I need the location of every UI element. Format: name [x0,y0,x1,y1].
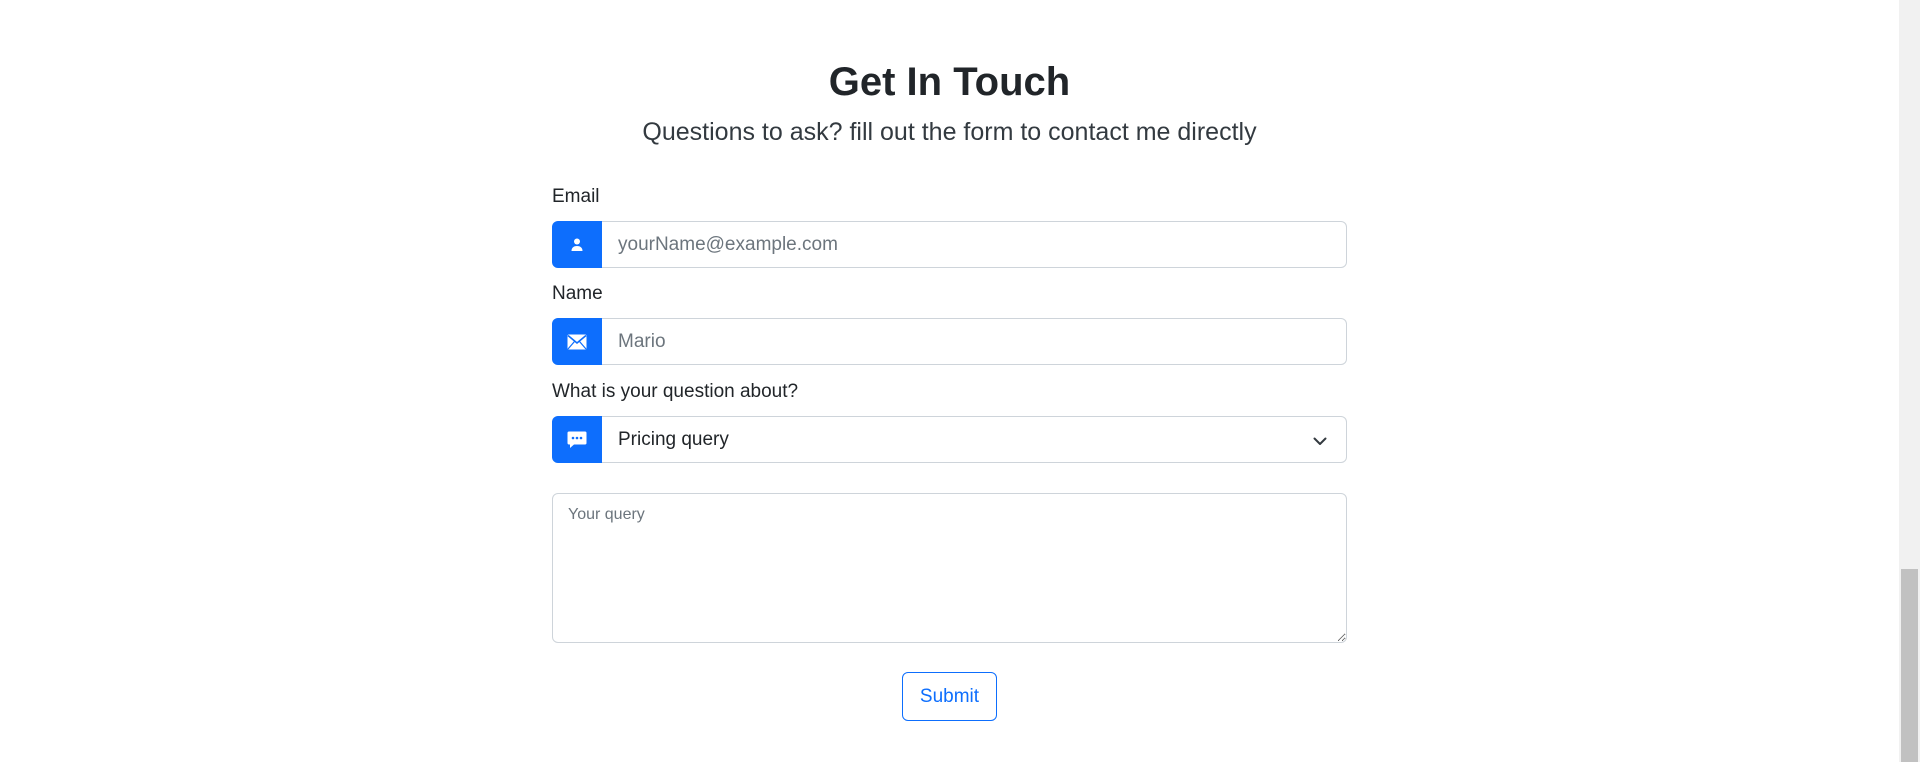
topic-input-group: Pricing query [552,416,1347,463]
topic-select-value: Pricing query [618,428,729,450]
name-input-group [552,318,1347,365]
page-subtitle: Questions to ask? fill out the form to c… [642,118,1257,146]
topic-label: What is your question about? [552,381,799,402]
envelope-icon [552,318,602,365]
email-field[interactable] [602,221,1347,268]
page-title: Get In Touch [828,60,1071,104]
query-textarea[interactable] [552,493,1347,643]
email-input-group [552,221,1347,268]
submit-button[interactable]: Submit [902,672,997,721]
chevron-down-icon [1312,433,1328,455]
person-icon [552,221,602,268]
scrollbar-thumb[interactable] [1901,569,1918,762]
email-label: Email [552,186,600,207]
contact-page: Get In Touch Questions to ask? fill out … [0,0,1920,762]
name-label: Name [552,283,603,304]
chat-dots-icon [552,416,602,463]
name-field[interactable] [602,318,1347,365]
page-scrollbar[interactable] [1899,0,1920,762]
topic-select[interactable]: Pricing query [602,416,1347,463]
